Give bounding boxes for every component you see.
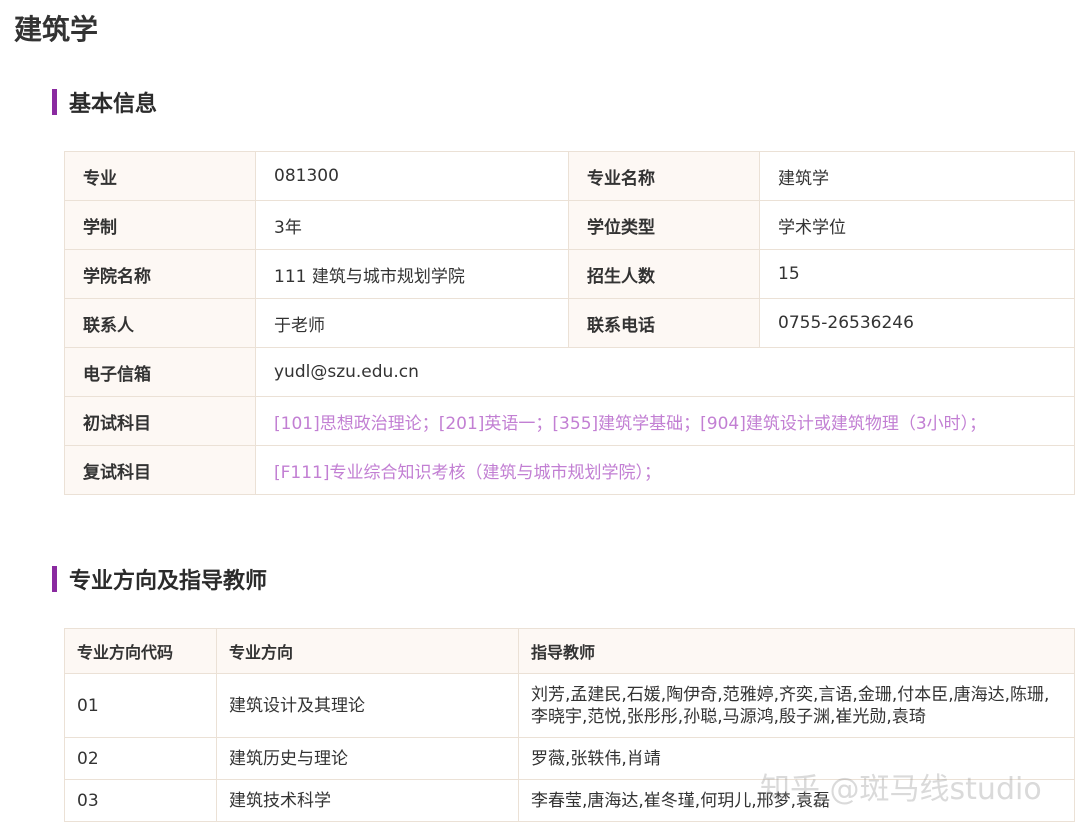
table-header-row: 专业方向代码 专业方向 指导教师 — [64, 628, 1075, 674]
direction-code: 03 — [64, 779, 217, 822]
table-row: 学院名称 111 建筑与城市规划学院 招生人数 15 — [64, 249, 1075, 299]
direction-code: 01 — [64, 673, 217, 738]
college-value: 111 建筑与城市规划学院 — [255, 249, 569, 299]
accent-bar — [52, 566, 57, 592]
table-row: 03 建筑技术科学 李春莹,唐海达,崔冬瑾,何玥儿,邢梦,袁磊 — [64, 779, 1075, 822]
phone-label: 联系电话 — [568, 298, 760, 348]
directions-table: 专业方向代码 专业方向 指导教师 01 建筑设计及其理论 刘芳,孟建民,石媛,陶… — [64, 628, 1075, 822]
accent-bar — [52, 89, 57, 115]
major-code-value: 081300 — [255, 151, 569, 201]
direction-name: 建筑技术科学 — [216, 779, 519, 822]
basic-info-table: 专业 081300 专业名称 建筑学 学制 3年 学位类型 学术学位 学院名称 … — [64, 151, 1075, 495]
section-heading-label: 基本信息 — [69, 92, 158, 117]
table-row: 02 建筑历史与理论 罗薇,张轶伟,肖靖 — [64, 737, 1075, 780]
phone-value: 0755-26536246 — [759, 298, 1075, 348]
direction-teachers: 刘芳,孟建民,石媛,陶伊奇,范雅婷,齐奕,言语,金珊,付本臣,唐海达,陈珊,李晓… — [518, 673, 1075, 738]
degree-type-value: 学术学位 — [759, 200, 1075, 250]
contact-value: 于老师 — [255, 298, 569, 348]
duration-label: 学制 — [64, 200, 256, 250]
column-header-direction: 专业方向 — [216, 628, 519, 674]
email-value: yudl@szu.edu.cn — [255, 347, 1075, 397]
major-code-label: 专业 — [64, 151, 256, 201]
page-title: 建筑学 — [14, 13, 99, 46]
enrollment-value: 15 — [759, 249, 1075, 299]
table-row: 专业 081300 专业名称 建筑学 — [64, 151, 1075, 201]
major-name-value: 建筑学 — [759, 151, 1075, 201]
direction-name: 建筑设计及其理论 — [216, 673, 519, 738]
table-row: 联系人 于老师 联系电话 0755-26536246 — [64, 298, 1075, 348]
direction-teachers: 罗薇,张轶伟,肖靖 — [518, 737, 1075, 780]
enrollment-label: 招生人数 — [568, 249, 760, 299]
column-header-code: 专业方向代码 — [64, 628, 217, 674]
college-label: 学院名称 — [64, 249, 256, 299]
first-exam-subjects-link[interactable]: [101]思想政治理论；[201]英语一；[355]建筑学基础；[904]建筑设… — [255, 396, 1075, 446]
direction-name: 建筑历史与理论 — [216, 737, 519, 780]
retest-label: 复试科目 — [64, 445, 256, 495]
major-name-label: 专业名称 — [568, 151, 760, 201]
contact-label: 联系人 — [64, 298, 256, 348]
duration-value: 3年 — [255, 200, 569, 250]
table-row: 复试科目 [F111]专业综合知识考核（建筑与城市规划学院）； — [64, 445, 1075, 495]
direction-code: 02 — [64, 737, 217, 780]
table-row: 01 建筑设计及其理论 刘芳,孟建民,石媛,陶伊奇,范雅婷,齐奕,言语,金珊,付… — [64, 673, 1075, 738]
section-heading-directions: 专业方向及指导教师 — [52, 566, 268, 594]
first-exam-label: 初试科目 — [64, 396, 256, 446]
section-heading-label: 专业方向及指导教师 — [69, 569, 268, 594]
direction-teachers: 李春莹,唐海达,崔冬瑾,何玥儿,邢梦,袁磊 — [518, 779, 1075, 822]
section-heading-basic-info: 基本信息 — [52, 89, 158, 117]
table-row: 初试科目 [101]思想政治理论；[201]英语一；[355]建筑学基础；[90… — [64, 396, 1075, 446]
degree-type-label: 学位类型 — [568, 200, 760, 250]
column-header-teachers: 指导教师 — [518, 628, 1075, 674]
table-row: 学制 3年 学位类型 学术学位 — [64, 200, 1075, 250]
retest-subjects-link[interactable]: [F111]专业综合知识考核（建筑与城市规划学院）； — [255, 445, 1075, 495]
table-row: 电子信箱 yudl@szu.edu.cn — [64, 347, 1075, 397]
email-label: 电子信箱 — [64, 347, 256, 397]
